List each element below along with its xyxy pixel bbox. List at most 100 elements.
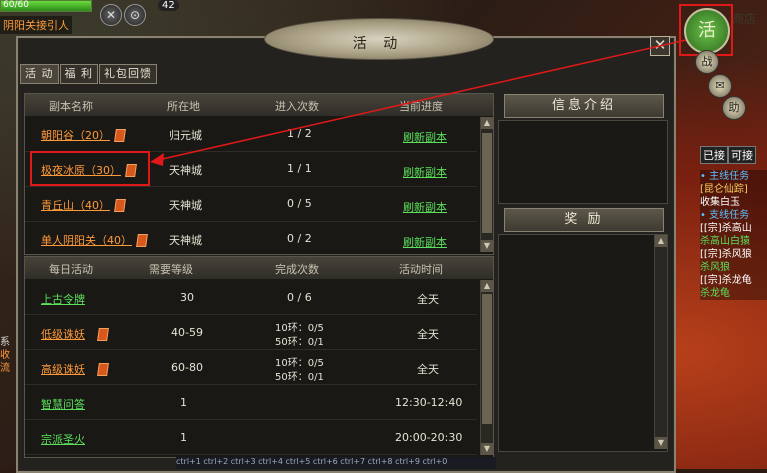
info-content — [498, 120, 668, 204]
quest-line[interactable]: 杀风狼 — [700, 261, 767, 274]
dungeon-location: 天神城 — [169, 199, 202, 212]
quest-line[interactable]: 收集白玉 — [700, 196, 767, 209]
reward-header: 奖 励 — [504, 208, 664, 232]
window-tabs: 活 动福 利礼包回馈 — [20, 64, 158, 84]
quest-line[interactable]: • 支线任务 — [700, 209, 767, 222]
daily-scrollbar[interactable]: ▲ ▼ — [480, 280, 493, 455]
quest-list: • 主线任务 [昆仑仙踪] 收集白玉 • 支线任务 [[宗]杀高山 杀高山白猿 [[宗]杀风… — [700, 170, 767, 300]
hotkey-bar[interactable]: ctrl+1 ctrl+2 ctrl+3 ctrl+4 ctrl+5 ctrl+… — [176, 457, 496, 469]
dungeon-location: 天神城 — [169, 164, 202, 177]
info-header: 信息介绍 — [504, 94, 664, 118]
dungeon-row[interactable]: 青丘山（40） 天神城 0 / 5 刷新副本 — [25, 187, 477, 222]
header-daily-activity: 每日活动 — [49, 263, 93, 276]
header-required-level: 需要等级 — [149, 263, 193, 276]
dungeon-table-header: 副本名称 所在地 进入次数 当前进度 — [25, 94, 493, 116]
info-title: 信息介绍 — [551, 98, 616, 113]
quest-tabs: 已接 可接 — [700, 146, 767, 164]
scroll-up-icon[interactable]: ▲ — [655, 235, 667, 247]
quest-line[interactable]: [[宗]杀龙龟 — [700, 274, 767, 287]
reward-title: 奖 励 — [564, 212, 604, 227]
refresh-dungeon-link[interactable]: 刷新副本 — [403, 234, 447, 250]
daily-table-header: 每日活动 需要等级 完成次数 活动时间 — [25, 257, 493, 279]
dungeon-entries: 0 / 2 — [287, 232, 312, 245]
scroll-thumb[interactable] — [482, 294, 492, 424]
hp-text: 60/60 — [3, 0, 29, 10]
activity-completions: 0 / 6 — [287, 291, 312, 304]
daily-activity-row[interactable]: 高级诛妖 60-80 10环：0/5 50环：0/1 全天 — [25, 350, 477, 385]
dungeon-location: 归元城 — [169, 129, 202, 142]
scroll-down-icon[interactable]: ▼ — [655, 437, 667, 449]
refresh-dungeon-link[interactable]: 刷新副本 — [403, 129, 447, 145]
book-icon — [114, 199, 126, 212]
tab-accepted[interactable]: 已接 — [700, 146, 728, 164]
activity-completions-50: 50环：0/1 — [275, 372, 324, 383]
shop-label[interactable]: 商店 — [732, 12, 762, 26]
help-icon[interactable]: 助 — [722, 96, 746, 120]
chat-edge: 系 收 流 — [0, 336, 10, 375]
scroll-thumb[interactable] — [482, 133, 492, 233]
dungeon-scrollbar[interactable]: ▲ ▼ — [480, 117, 493, 252]
reward-scrollbar[interactable]: ▲ ▼ — [654, 235, 667, 449]
chat-edge-line: 收 — [0, 350, 10, 361]
header-progress: 当前进度 — [399, 100, 443, 113]
header-location: 所在地 — [167, 100, 200, 113]
activity-completions-50: 50环：0/1 — [275, 337, 324, 348]
activity-time: 12:30-12:40 — [395, 396, 463, 409]
reward-content: ▲ ▼ — [498, 234, 668, 452]
activity-name[interactable]: 宗派圣火 — [41, 431, 85, 447]
tab-activity[interactable]: 活 动 — [20, 64, 59, 84]
daily-activity-row[interactable]: 低级诛妖 40-59 10环：0/5 50环：0/1 全天 — [25, 315, 477, 350]
scroll-up-icon[interactable]: ▲ — [481, 117, 493, 129]
tab-gift-pack[interactable]: 礼包回馈 — [99, 64, 157, 84]
activity-name[interactable]: 智慧问答 — [41, 396, 85, 412]
activity-time: 全天 — [417, 363, 439, 376]
activity-level: 30 — [180, 291, 194, 304]
daily-activity-row[interactable]: 宗派圣火 1 20:00-20:30 — [25, 420, 477, 455]
window-title: 活 动 — [352, 36, 404, 52]
activity-name[interactable]: 高级诛妖 — [41, 361, 85, 377]
quest-line[interactable]: 杀龙龟 — [700, 287, 767, 300]
activity-name[interactable]: 上古令牌 — [41, 291, 85, 307]
dungeon-name[interactable]: 朝阳谷（20） — [41, 127, 110, 143]
dungeon-name[interactable]: 青丘山（40） — [41, 197, 110, 213]
chat-edge-line: 流 — [0, 363, 10, 374]
close-icon[interactable]: ✕ — [100, 4, 122, 26]
battle-icon[interactable]: 战 — [695, 50, 719, 74]
activity-completions: 10环：0/5 — [275, 358, 324, 369]
scroll-down-icon[interactable]: ▼ — [481, 240, 493, 252]
book-icon — [97, 328, 109, 341]
mail-icon[interactable]: ✉ — [708, 74, 732, 98]
book-icon — [97, 363, 109, 376]
daily-activity-row[interactable]: 智慧问答 1 12:30-12:40 — [25, 385, 477, 420]
quest-line[interactable]: [[宗]杀高山 — [700, 222, 767, 235]
header-dungeon-name: 副本名称 — [49, 100, 93, 113]
activity-level: 40-59 — [171, 326, 203, 339]
header-completions: 完成次数 — [275, 263, 319, 276]
refresh-dungeon-link[interactable]: 刷新副本 — [403, 199, 447, 215]
tab-welfare[interactable]: 福 利 — [59, 64, 98, 84]
scroll-up-icon[interactable]: ▲ — [481, 280, 493, 292]
refresh-dungeon-link[interactable]: 刷新副本 — [403, 164, 447, 180]
dungeon-entries: 1 / 2 — [287, 127, 312, 140]
close-button[interactable]: ✕ — [650, 36, 670, 56]
tracked-quest-label[interactable]: 阴阳关接引人 — [0, 16, 72, 34]
dungeon-row[interactable]: 朝阳谷（20） 归元城 1 / 2 刷新副本 — [25, 117, 477, 152]
chat-edge-line: 系 — [0, 337, 10, 348]
eye-icon[interactable]: ⊙ — [124, 4, 146, 26]
scroll-down-icon[interactable]: ▼ — [481, 443, 493, 455]
quest-tracker: 已接 可接 • 主线任务 [昆仑仙踪] 收集白玉 • 支线任务 [[宗]杀高山 杀高山白猿[… — [700, 146, 767, 326]
daily-activity-row[interactable]: 上古令牌 30 0 / 6 全天 — [25, 280, 477, 315]
activity-completions: 10环：0/5 — [275, 323, 324, 334]
book-icon — [136, 234, 148, 247]
tab-available[interactable]: 可接 — [728, 146, 756, 164]
quest-line[interactable]: [[宗]杀风狼 — [700, 248, 767, 261]
dungeon-row[interactable]: 单人阴阳关（40） 天神城 0 / 2 刷新副本 — [25, 222, 477, 257]
quest-line[interactable]: • 主线任务 — [700, 170, 767, 183]
quest-line[interactable]: [昆仑仙踪] — [700, 183, 767, 196]
activity-level: 1 — [180, 396, 187, 409]
quest-line[interactable]: 杀高山白猿 — [700, 235, 767, 248]
level-badge: 42 — [158, 0, 179, 11]
dungeon-location: 天神城 — [169, 234, 202, 247]
dungeon-name[interactable]: 单人阴阳关（40） — [41, 232, 132, 248]
activity-name[interactable]: 低级诛妖 — [41, 326, 85, 342]
